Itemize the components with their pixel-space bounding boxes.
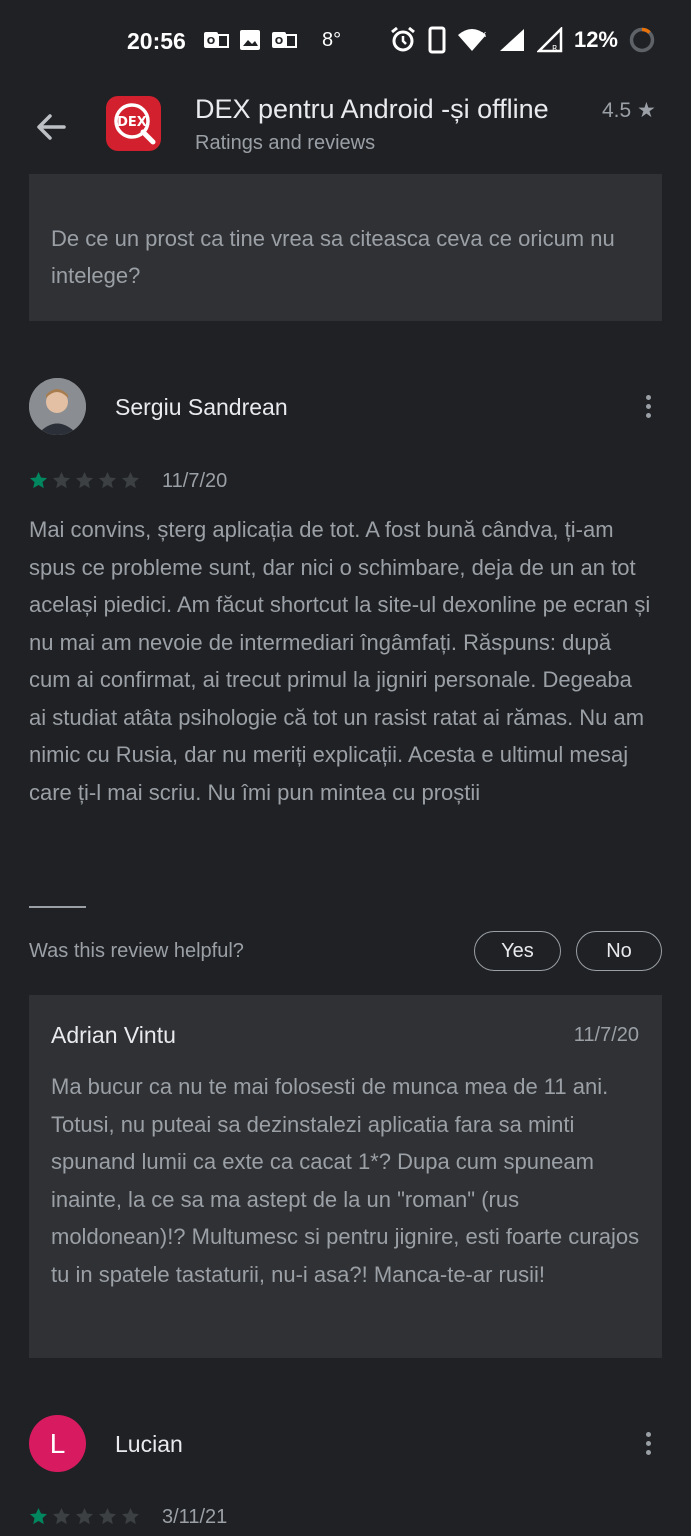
app-bar: DEX DEX pentru Android -și offline 4.5 ★… bbox=[0, 84, 691, 174]
no-button[interactable]: No bbox=[576, 931, 662, 971]
back-arrow-icon[interactable] bbox=[30, 106, 72, 148]
previous-reply-text: De ce un prost ca tine vrea sa citeasca … bbox=[51, 226, 615, 288]
review-text: Mai convins, șterg aplicația de tot. A f… bbox=[29, 517, 651, 805]
star-empty-icon bbox=[76, 472, 93, 489]
battery-text: 12% bbox=[573, 27, 618, 52]
star-filled-icon bbox=[30, 472, 47, 489]
developer-name: Adrian Vintu bbox=[51, 1022, 176, 1048]
image-icon bbox=[240, 30, 260, 50]
divider bbox=[29, 906, 86, 908]
star-empty-icon bbox=[99, 472, 116, 489]
signal-icon bbox=[499, 29, 524, 51]
page-subtitle: Ratings and reviews bbox=[195, 132, 376, 154]
star-empty-icon bbox=[76, 1508, 93, 1525]
notification-icons: O O bbox=[203, 29, 297, 51]
star-rating bbox=[29, 471, 140, 490]
developer-reply-date: 11/7/20 bbox=[573, 1024, 639, 1046]
reviewer-name: Lucian bbox=[115, 1431, 183, 1457]
more-options-icon[interactable] bbox=[641, 395, 655, 425]
phone-icon bbox=[428, 26, 446, 54]
previous-developer-reply: De ce un prost ca tine vrea sa citeasca … bbox=[29, 174, 662, 321]
svg-text:R: R bbox=[552, 44, 558, 53]
developer-reply-text: Ma bucur ca nu te mai folosesti de munca… bbox=[51, 1074, 640, 1287]
more-options-icon[interactable] bbox=[641, 1432, 655, 1462]
signal-icon-2: R bbox=[536, 27, 563, 53]
battery-icon bbox=[629, 27, 655, 53]
helpful-question: Was this review helpful? bbox=[29, 940, 244, 962]
review-date: 11/7/20 bbox=[162, 470, 228, 492]
status-bar: 20:56 O O 8° x R 12% bbox=[0, 0, 691, 84]
star-empty-icon bbox=[53, 1508, 70, 1525]
star-empty-icon bbox=[122, 472, 139, 489]
wifi-icon: x bbox=[457, 29, 487, 51]
avatar bbox=[29, 378, 86, 435]
app-icon-label: DEX bbox=[117, 115, 147, 130]
dex-logo-icon: DEX bbox=[114, 103, 156, 145]
status-time: 20:56 bbox=[127, 28, 186, 54]
star-empty-icon bbox=[53, 472, 70, 489]
star-rating bbox=[29, 1507, 140, 1526]
star-empty-icon bbox=[99, 1508, 116, 1525]
svg-text:O: O bbox=[275, 36, 284, 47]
svg-text:x: x bbox=[481, 30, 487, 40]
yes-button[interactable]: Yes bbox=[474, 931, 561, 971]
svg-text:O: O bbox=[207, 36, 216, 47]
avatar: L bbox=[29, 1415, 86, 1472]
star-filled-icon bbox=[30, 1508, 47, 1525]
app-icon: DEX bbox=[106, 96, 161, 151]
outlook-icon: O bbox=[204, 32, 229, 48]
temperature-text: 8° bbox=[322, 29, 342, 51]
user-photo-icon bbox=[29, 378, 86, 435]
app-rating: 4.5 ★ bbox=[602, 99, 656, 122]
star-empty-icon bbox=[122, 1508, 139, 1525]
reviewer-name: Sergiu Sandrean bbox=[115, 394, 288, 420]
developer-reply: Adrian Vintu 11/7/20 Ma bucur ca nu te m… bbox=[29, 995, 662, 1358]
app-title: DEX pentru Android -și offline bbox=[195, 94, 549, 124]
review-date: 3/11/21 bbox=[162, 1506, 228, 1528]
system-icons: x R 12% bbox=[389, 26, 655, 54]
alarm-icon bbox=[391, 26, 415, 52]
outlook-icon-2: O bbox=[272, 32, 297, 48]
